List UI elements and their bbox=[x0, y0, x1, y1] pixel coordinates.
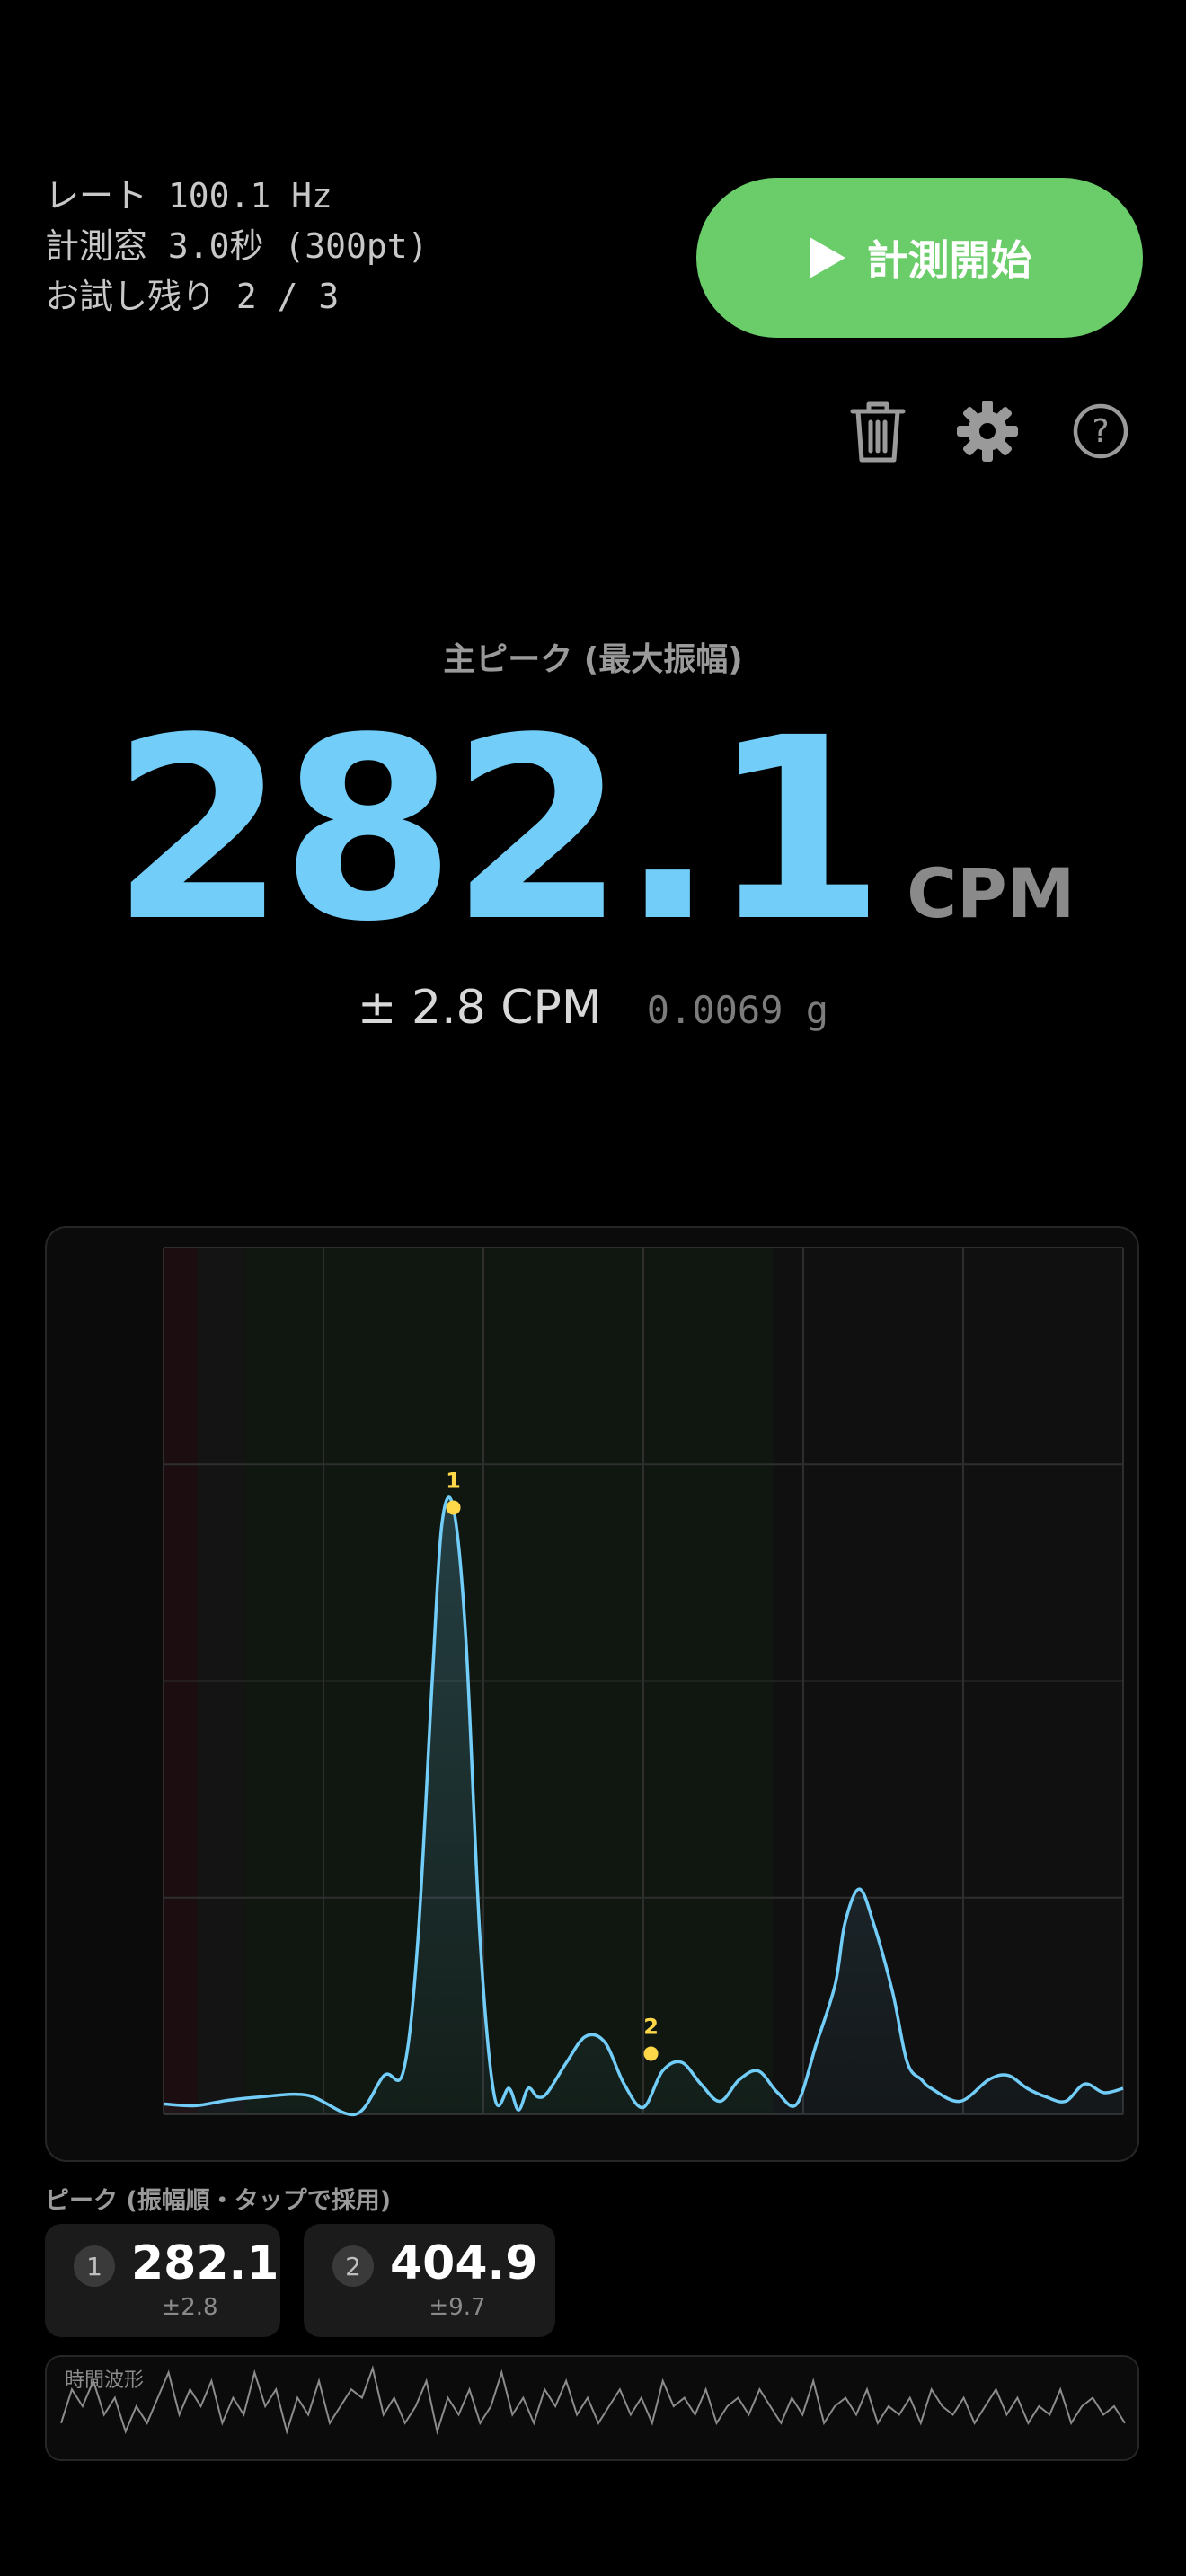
play-icon bbox=[809, 237, 845, 278]
peak-rank-badge: 1 bbox=[74, 2245, 115, 2287]
window-text: 計測窓 3.0秒 (300pt) bbox=[45, 226, 429, 266]
time-waveform-line bbox=[60, 2365, 1126, 2436]
peak-marker-label-2: 2 bbox=[643, 2014, 659, 2039]
peak-marker-2 bbox=[643, 2046, 659, 2061]
time-waveform-svg bbox=[60, 2365, 1126, 2436]
peak-rank-badge: 2 bbox=[332, 2245, 374, 2287]
start-measurement-button[interactable]: 計測開始 bbox=[696, 178, 1143, 338]
time-waveform-label: 時間波形 bbox=[65, 2369, 145, 2392]
peak-card-2[interactable]: 2 404.9 ±9.7 bbox=[304, 2224, 555, 2337]
peaks-section-title: ピーク (振幅順・タップで採用) bbox=[45, 2187, 392, 2215]
time-waveform-panel: 時間波形 bbox=[45, 2355, 1139, 2461]
spectrum-svg: 12 bbox=[163, 1247, 1124, 2117]
peak-value: 404.9 bbox=[390, 2236, 538, 2290]
main-peak-unit: CPM bbox=[907, 853, 1075, 933]
peak-marker-label-1: 1 bbox=[446, 1469, 461, 1494]
peak-card-1[interactable]: 1 282.1 ±2.8 bbox=[45, 2224, 280, 2337]
main-peak-details: ± 2.8 CPM 0.0069 g bbox=[0, 981, 1186, 1035]
rate-text: レート 100.1 Hz bbox=[45, 176, 332, 216]
main-peak-amplitude: 0.0069 g bbox=[646, 988, 829, 1032]
trials-text: お試し残り 2 / 3 bbox=[45, 277, 340, 316]
main-peak-label: 主ピーク (最大振幅) bbox=[443, 641, 743, 678]
gear-icon[interactable] bbox=[951, 395, 1023, 467]
measurement-info: レート 100.1 Hz 計測窓 3.0秒 (300pt) お試し残り 2 / … bbox=[45, 171, 429, 322]
main-peak-error: ± 2.8 CPM bbox=[357, 981, 602, 1035]
peak-error: ±9.7 bbox=[429, 2294, 486, 2321]
peak-value: 282.1 bbox=[131, 2236, 279, 2290]
main-peak-value: 282.1 bbox=[111, 684, 886, 977]
spectrum-chart[interactable]: 12 bbox=[45, 1226, 1139, 2162]
trash-icon[interactable] bbox=[842, 395, 914, 467]
help-icon[interactable]: ? bbox=[1065, 395, 1137, 467]
start-measurement-label: 計測開始 bbox=[866, 236, 1032, 285]
peak-marker-1 bbox=[446, 1500, 461, 1515]
svg-text:?: ? bbox=[1092, 413, 1109, 450]
main-peak-readout: 282.1 CPM bbox=[0, 705, 1186, 957]
peak-error: ±2.8 bbox=[161, 2294, 218, 2321]
